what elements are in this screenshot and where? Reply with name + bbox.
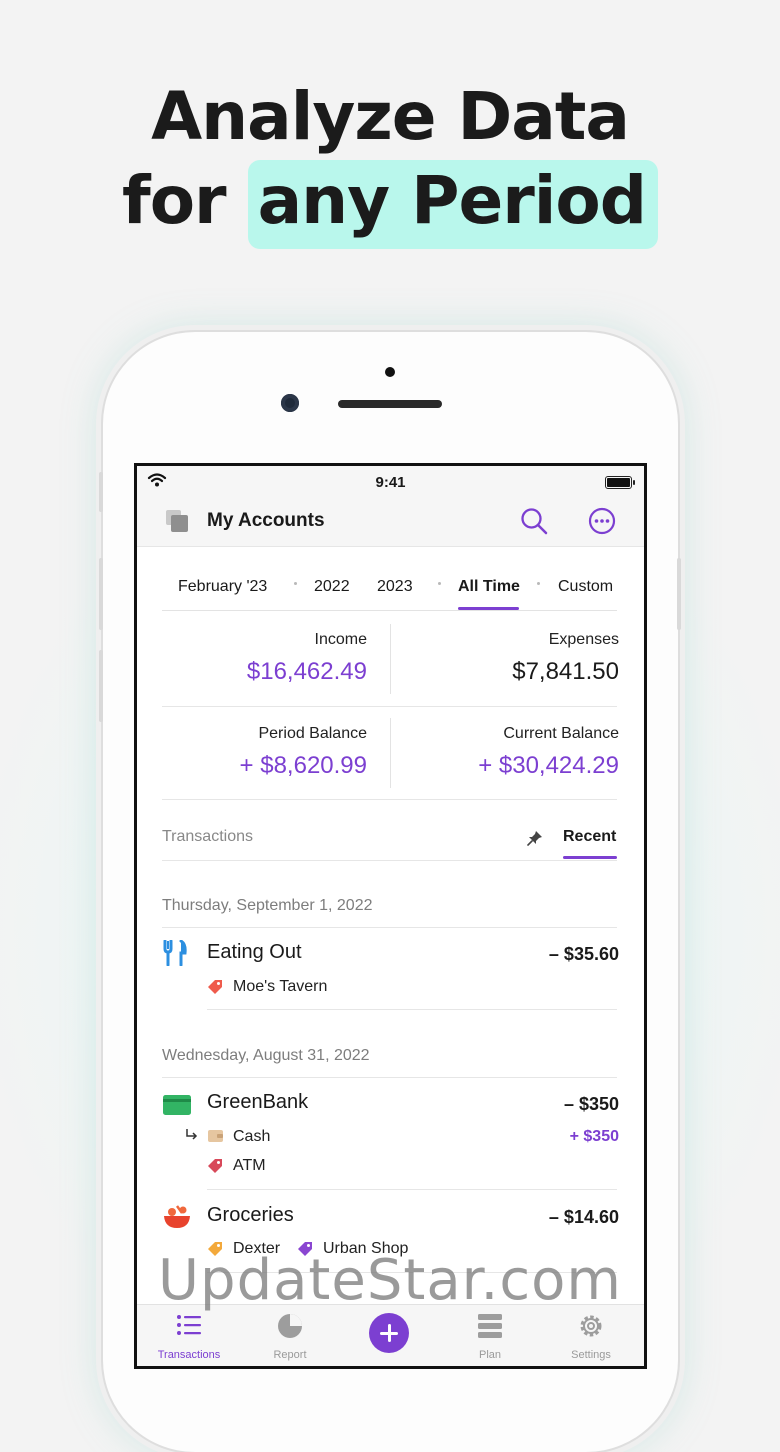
period-selector: February '23 2022 2023 All Time Custom (162, 572, 617, 611)
transactions-header-divider (162, 860, 617, 861)
tag-label: ATM (233, 1157, 266, 1174)
recent-sort-toggle[interactable]: Recent (563, 828, 616, 846)
transaction-divider (207, 1009, 617, 1010)
headline-plain: for (121, 162, 227, 239)
period-february-23[interactable]: February '23 (178, 578, 267, 596)
expenses-value: $7,841.50 (512, 658, 619, 685)
stats-divider (390, 718, 391, 788)
current-balance-value: + $30,424.29 (478, 752, 619, 779)
active-period-indicator (458, 607, 519, 610)
period-separator (294, 582, 297, 585)
tag-icon (208, 1159, 222, 1173)
transfer-amount: + $350 (569, 1128, 619, 1145)
stack-icon (478, 1314, 502, 1338)
nav-title: My Accounts (207, 510, 325, 531)
transaction-amount: – $14.60 (548, 1207, 619, 1227)
fork-knife-icon (163, 940, 187, 966)
tab-report[interactable]: Report (240, 1305, 340, 1366)
accounts-icon[interactable] (164, 508, 190, 534)
headline-line-2: for any Period (0, 160, 780, 249)
income-value: $16,462.49 (246, 658, 367, 685)
date-header: Thursday, September 1, 2022 (162, 897, 373, 914)
period-balance-label: Period Balance (258, 725, 367, 742)
battery-icon (605, 476, 635, 489)
gear-icon (580, 1315, 602, 1337)
add-transaction-button[interactable] (369, 1313, 409, 1353)
wallet-icon (208, 1130, 223, 1142)
grocery-bowl-icon (164, 1205, 190, 1228)
tab-plan[interactable]: Plan (440, 1305, 540, 1366)
transaction-title: Eating Out (207, 941, 302, 963)
bank-card-icon (163, 1095, 191, 1115)
transaction-divider (207, 1189, 617, 1190)
period-separator (438, 582, 441, 585)
current-balance-label: Current Balance (503, 725, 619, 742)
stats-row-divider (162, 706, 617, 707)
transfer-arrow-icon (186, 1129, 198, 1140)
list-icon (177, 1315, 201, 1335)
period-separator (537, 582, 540, 585)
more-options-icon[interactable] (587, 506, 617, 536)
date-header: Wednesday, August 31, 2022 (162, 1047, 370, 1064)
search-icon[interactable] (519, 506, 549, 536)
tab-label: Plan (478, 1349, 502, 1361)
status-bar: 9:41 (137, 466, 644, 498)
transaction-amount: – $35.60 (548, 944, 619, 964)
navigation-bar: My Accounts (137, 498, 644, 547)
transaction-title: Groceries (207, 1204, 294, 1226)
sensor-dot (385, 367, 395, 377)
income-label: Income (314, 631, 367, 648)
transaction-amount: – $350 (563, 1094, 619, 1114)
stats-divider (390, 624, 391, 694)
tab-bar: Transactions Report Plan Settings (137, 1304, 644, 1366)
volume-up-button (99, 558, 103, 630)
pie-chart-icon (278, 1314, 302, 1338)
period-all-time[interactable]: All Time (458, 578, 520, 596)
period-balance-value: + $8,620.99 (239, 752, 367, 779)
tab-transactions[interactable]: Transactions (139, 1305, 239, 1366)
tab-label: Settings (571, 1349, 611, 1361)
stats-bottom-divider (162, 799, 617, 800)
pin-icon[interactable] (527, 830, 543, 846)
headline-line-1: Analyze Data (151, 78, 630, 155)
period-custom[interactable]: Custom (558, 578, 613, 596)
transaction-title: GreenBank (207, 1091, 309, 1113)
watermark: UpdateStar.com (158, 1248, 622, 1313)
status-time: 9:41 (375, 474, 406, 491)
earpiece-speaker (338, 400, 442, 408)
app-screen: 9:41 My Accounts February '23 2022 2023 … (134, 463, 647, 1369)
tab-settings[interactable]: Settings (541, 1305, 641, 1366)
tag-icon (208, 980, 222, 994)
headline-highlight: any Period (247, 160, 658, 249)
period-2023[interactable]: 2023 (377, 578, 413, 596)
tag-label: Moe's Tavern (233, 978, 328, 995)
transactions-header-label: Transactions (162, 828, 253, 845)
front-camera (281, 394, 299, 412)
silent-switch (99, 472, 103, 512)
tab-label: Transactions (157, 1349, 221, 1361)
date-divider (162, 1077, 617, 1078)
expenses-label: Expenses (548, 631, 619, 648)
volume-down-button (99, 650, 103, 722)
transfer-account-label: Cash (233, 1128, 271, 1145)
period-2022[interactable]: 2022 (314, 578, 350, 596)
tab-label: Report (273, 1349, 307, 1361)
recent-indicator (563, 856, 617, 859)
date-divider (162, 927, 617, 928)
power-button (677, 558, 681, 630)
